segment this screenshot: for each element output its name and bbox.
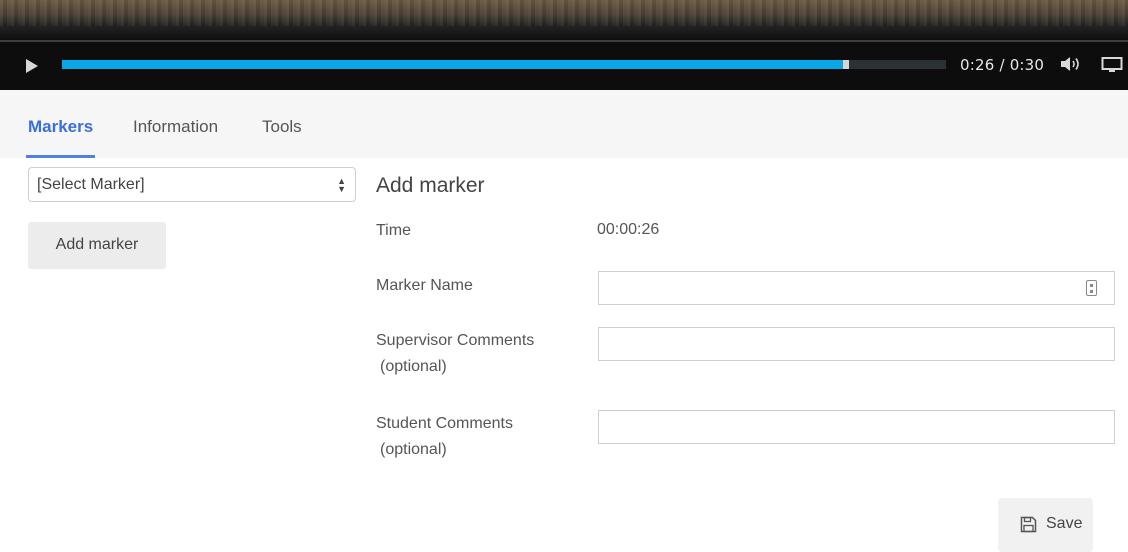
- student-optional-label: (optional): [380, 441, 447, 458]
- supervisor-comments-label-text: Supervisor Comments: [376, 332, 535, 349]
- volume-icon[interactable]: [1059, 55, 1083, 73]
- tab-bar: Markers Information Tools: [0, 90, 1128, 158]
- tab-tools[interactable]: Tools: [262, 117, 302, 158]
- supervisor-optional-label: (optional): [380, 358, 447, 375]
- floppy-disk-icon: [1020, 516, 1037, 533]
- add-marker-button[interactable]: Add marker: [28, 222, 166, 269]
- marker-name-label: Marker Name: [376, 277, 473, 294]
- supervisor-comments-input[interactable]: [598, 327, 1115, 361]
- marker-name-input[interactable]: [598, 271, 1115, 305]
- save-button-label: Save: [1046, 515, 1083, 532]
- save-button[interactable]: Save: [998, 498, 1093, 552]
- select-arrows-icon: ▲ ▼: [337, 176, 346, 194]
- add-marker-button-label: Add marker: [55, 236, 139, 253]
- marker-select[interactable]: [Select Marker] ▲ ▼: [28, 167, 356, 202]
- time-value: 00:00:26: [597, 221, 660, 238]
- form-title: Add marker: [376, 174, 485, 197]
- tab-information[interactable]: Information: [133, 117, 218, 158]
- marker-select-value: [Select Marker]: [37, 176, 145, 193]
- supervisor-comments-label: Supervisor Comments (optional): [376, 328, 534, 380]
- progress-bar[interactable]: [62, 60, 946, 69]
- current-time: 0:26: [960, 56, 995, 74]
- play-icon[interactable]: [26, 59, 40, 74]
- screen-icon[interactable]: [1101, 56, 1123, 74]
- tab-markers[interactable]: Markers: [25, 117, 96, 158]
- progress-handle[interactable]: [843, 60, 850, 69]
- student-comments-input[interactable]: [598, 410, 1115, 444]
- autofill-icon[interactable]: [1086, 280, 1097, 296]
- student-comments-label: Student Comments (optional): [376, 411, 513, 463]
- progress-fill: [62, 60, 847, 69]
- duration: 0:30: [1009, 56, 1045, 74]
- student-comments-label-text: Student Comments: [376, 415, 513, 432]
- time-separator: /: [999, 56, 1005, 74]
- time-label: Time: [376, 222, 411, 239]
- video-frame: [0, 0, 1128, 42]
- time-readout: 0:26 / 0:30: [960, 56, 1044, 74]
